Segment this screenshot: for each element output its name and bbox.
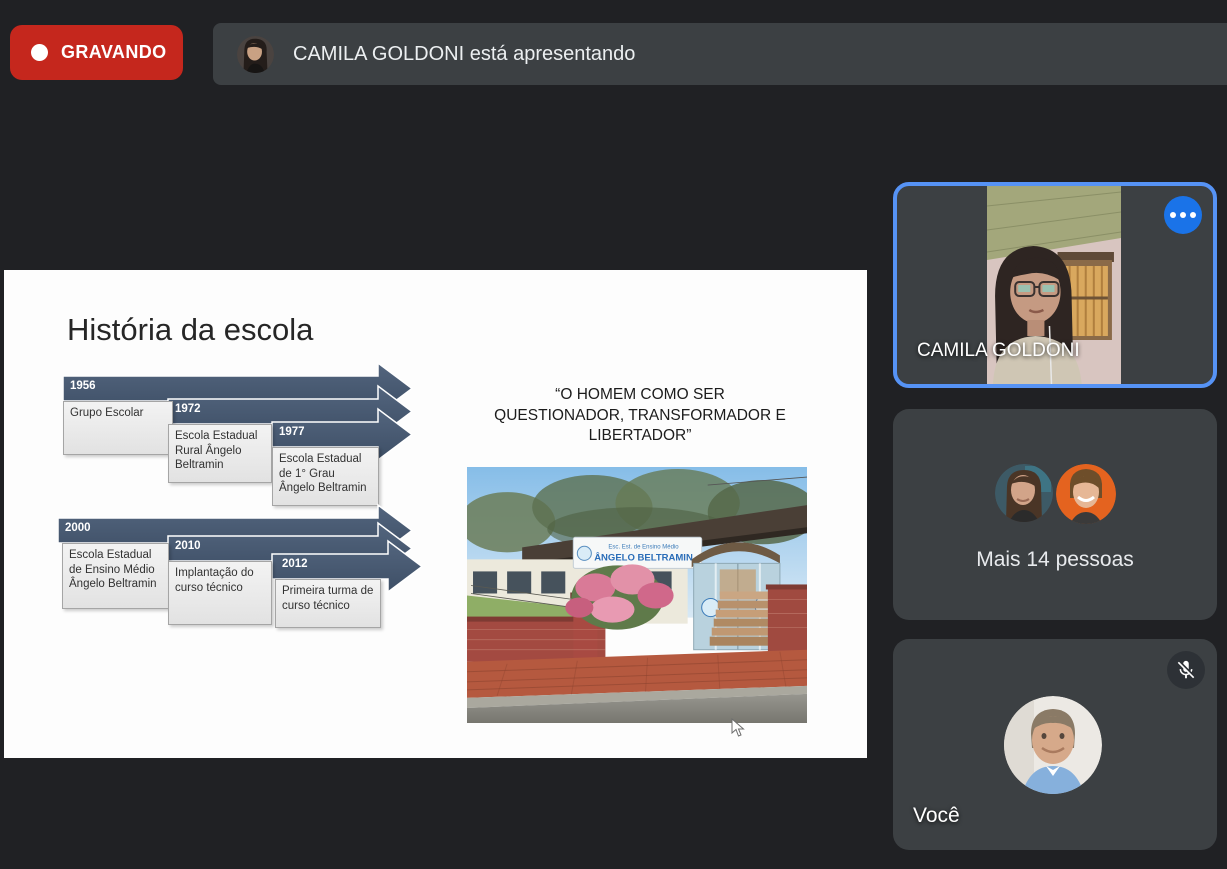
recording-badge: GRAVANDO [10,25,183,80]
presenter-avatar [237,36,274,73]
participant-name-label: CAMILA GOLDONI [917,340,1080,362]
timeline-year: 1956 [70,380,96,392]
recording-dot-icon [31,44,48,61]
ellipsis-icon [1170,212,1196,218]
photo-sign-main-text: ÂNGELO BELTRAMIN [594,551,693,563]
more-options-button[interactable] [1164,196,1202,234]
participant-tile-you[interactable]: Você [893,639,1217,850]
school-photo: Esc. Est. de Ensino Médio ÂNGELO BELTRAM… [467,467,807,723]
timeline-year: 1972 [175,403,201,415]
avatar [1056,464,1116,524]
mic-off-icon [1175,659,1197,681]
others-count-label: Mais 14 pessoas [893,548,1217,572]
meet-window: GRAVANDO CAMILA GOLDONI está apresentand… [0,0,1227,869]
timeline-year: 2010 [175,540,201,552]
presenting-text: CAMILA GOLDONI está apresentando [293,43,635,66]
timeline-box: Escola Estadual Rural Ângelo Beltramin [168,424,272,483]
timeline-box: Implantação do curso técnico [168,561,272,625]
others-avatars [893,464,1217,524]
avatar [995,464,1053,522]
timeline-year: 2000 [65,522,91,534]
quote-line: LIBERTADOR” [450,426,830,447]
timeline-box: Primeira turma de curso técnico [275,579,381,628]
participant-tile-others[interactable]: Mais 14 pessoas [893,409,1217,620]
participant-tile-camila[interactable]: CAMILA GOLDONI [893,182,1217,388]
quote-line: “O HOMEM COMO SER [450,385,830,406]
avatar [1004,696,1102,794]
slide-quote: “O HOMEM COMO SER QUESTIONADOR, TRANSFOR… [450,385,830,447]
recording-label: GRAVANDO [61,42,167,63]
presentation-slide: História da escola 1956 1972 1977 Grupo … [4,270,867,758]
timeline-year: 1977 [279,426,305,438]
timeline-box: Escola Estadual de Ensino Médio Ângelo B… [62,543,169,609]
timeline-box: Escola Estadual de 1° Grau Ângelo Beltra… [272,447,379,506]
photo-sign-small-text: Esc. Est. de Ensino Médio [608,544,679,550]
quote-line: QUESTIONADOR, TRANSFORMADOR E [450,406,830,427]
mouse-cursor [731,718,745,738]
mic-muted-badge [1167,651,1205,689]
you-label: Você [913,804,960,828]
slide-title: História da escola [67,312,313,348]
presenting-banner: CAMILA GOLDONI está apresentando [213,23,1227,85]
timeline-box: Grupo Escolar [63,401,173,455]
timeline-year: 2012 [282,558,308,570]
